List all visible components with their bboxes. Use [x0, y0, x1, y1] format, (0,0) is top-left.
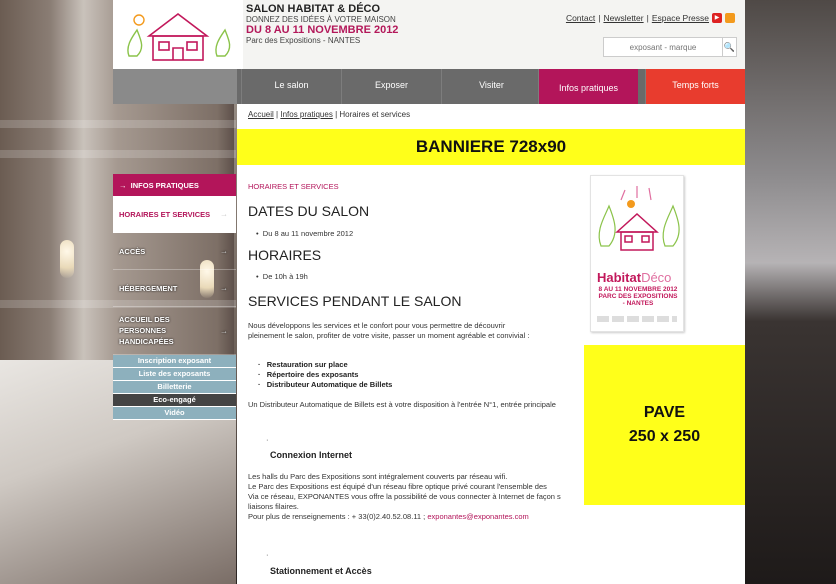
heading-stationnement: Stationnement et Accès: [270, 566, 372, 576]
nav-infos-pratiques[interactable]: Infos pratiques: [538, 69, 638, 104]
site-header: SALON HABITAT & DÉCO DONNEZ DES IDÉES À …: [113, 0, 745, 69]
internet-text-4: liaisons filaires.: [248, 502, 299, 511]
rss-icon[interactable]: [725, 13, 735, 23]
nav-temps-forts[interactable]: Temps forts: [645, 69, 745, 104]
salon-tagline: DONNEZ DES IDÉES À VOTRE MAISON: [246, 15, 396, 24]
list-item: • Du 8 au 11 novembre 2012: [256, 229, 354, 238]
search-icon[interactable]: 🔍: [722, 38, 736, 56]
salon-place: Parc des Expositions - NANTES: [246, 36, 361, 45]
arrow-icon: →: [220, 209, 228, 219]
blind-slat: [0, 120, 236, 128]
list-item: · Répertoire des exposants: [258, 370, 359, 379]
sub-inscription-exposant[interactable]: Inscription exposant: [113, 355, 236, 368]
search-box: 🔍: [603, 37, 737, 57]
arrow-icon: →: [220, 283, 228, 293]
services-intro: Nous développons les services et le conf…: [248, 321, 530, 340]
pave-ad[interactable]: PAVE 250 x 250: [584, 345, 745, 505]
heading-horaires: HORAIRES: [248, 247, 322, 263]
list-item: · Restauration sur place: [258, 360, 348, 369]
sub-billetterie[interactable]: Billetterie: [113, 381, 236, 394]
heading-dates: DATES DU SALON: [248, 203, 370, 219]
nav-le-salon[interactable]: Le salon: [241, 69, 341, 104]
list-item: · Distributeur Automatique de Billets: [258, 380, 393, 389]
sidebar-item-hebergement[interactable]: HÉBERGEMENT →: [113, 270, 236, 307]
services-list: · Restauration sur place · Répertoire de…: [258, 360, 392, 390]
poster-dates: 8 AU 11 NOVEMBRE 2012 PARC DES EXPOSITION…: [598, 286, 678, 307]
poster-image[interactable]: HabitatDéco 8 AU 11 NOVEMBRE 2012 PARC DE…: [590, 175, 684, 332]
poster-title: HabitatDéco: [597, 270, 672, 285]
salon-title-block: SALON HABITAT & DÉCO DONNEZ DES IDÉES À …: [246, 3, 436, 45]
youtube-icon[interactable]: ▶: [712, 13, 722, 23]
sidebar: → INFOS PRATIQUES HORAIRES ET SERVICES → …: [113, 174, 236, 420]
contact-line: Pour plus de renseignements : + 33(0)2.4…: [248, 512, 529, 521]
sidebar-item-handicap[interactable]: ACCUEIL DES PERSONNES HANDICAPÉES →: [113, 307, 236, 355]
sub-video[interactable]: Vidéo: [113, 407, 236, 420]
breadcrumb: Accueil | Infos pratiques | Horaires et …: [248, 110, 411, 119]
contact-link[interactable]: Contact: [566, 13, 595, 23]
arrow-icon: →: [220, 246, 228, 256]
nav-visiter[interactable]: Visiter: [441, 69, 541, 104]
arrow-icon: →: [220, 326, 228, 335]
blind-slat: [0, 150, 236, 158]
breadcrumb-infos-pratiques[interactable]: Infos pratiques: [280, 110, 332, 119]
section-kicker: HORAIRES ET SERVICES: [248, 182, 339, 191]
search-input[interactable]: [604, 38, 722, 56]
heading-internet: Connexion Internet: [270, 450, 353, 460]
list-item: • De 10h à 19h: [256, 272, 308, 281]
internet-text-3: Via ce réseau, EXPONANTES vous offre la …: [248, 492, 561, 501]
sidebar-head[interactable]: → INFOS PRATIQUES: [113, 174, 236, 196]
internet-text-1: Les halls du Parc des Expositions sont i…: [248, 472, 508, 481]
salon-name: SALON HABITAT & DÉCO: [246, 3, 381, 15]
poster-house-icon: [598, 186, 680, 251]
nav-exposer[interactable]: Exposer: [341, 69, 441, 104]
email-link[interactable]: exponantes@exponantes.com: [427, 512, 528, 521]
background-photo-right: [745, 0, 836, 584]
heading-services: SERVICES PENDANT LE SALON: [248, 293, 462, 309]
sidebar-item-acces[interactable]: ACCÈS →: [113, 233, 236, 270]
espace-presse-link[interactable]: Espace Presse: [652, 13, 709, 23]
internet-text-2: Le Parc des Expositions est équipé d'un …: [248, 482, 547, 491]
top-links: Contact | Newsletter | Espace Presse ▶: [566, 13, 735, 23]
sub-liste-exposants[interactable]: Liste des exposants: [113, 368, 236, 381]
sidebar-item-horaires[interactable]: HORAIRES ET SERVICES →: [113, 196, 236, 233]
main-nav: Le salon Exposer Visiter Infos pratiques…: [113, 69, 745, 104]
salon-dates: DU 8 AU 11 NOVEMBRE 2012: [246, 24, 399, 36]
sub-eco-engage[interactable]: Eco-engagé: [113, 394, 236, 407]
newsletter-link[interactable]: Newsletter: [603, 13, 643, 23]
house-logo-icon: [127, 12, 231, 61]
lamp-icon: [60, 240, 74, 278]
logo[interactable]: [113, 0, 243, 69]
breadcrumb-accueil[interactable]: Accueil: [248, 110, 274, 119]
dab-text: Un Distributeur Automatique de Billets e…: [248, 400, 556, 409]
banner-ad[interactable]: BANNIERE 728x90: [237, 129, 745, 165]
poster-sponsor-strip: [597, 316, 677, 322]
breadcrumb-current: Horaires et services: [339, 110, 411, 119]
